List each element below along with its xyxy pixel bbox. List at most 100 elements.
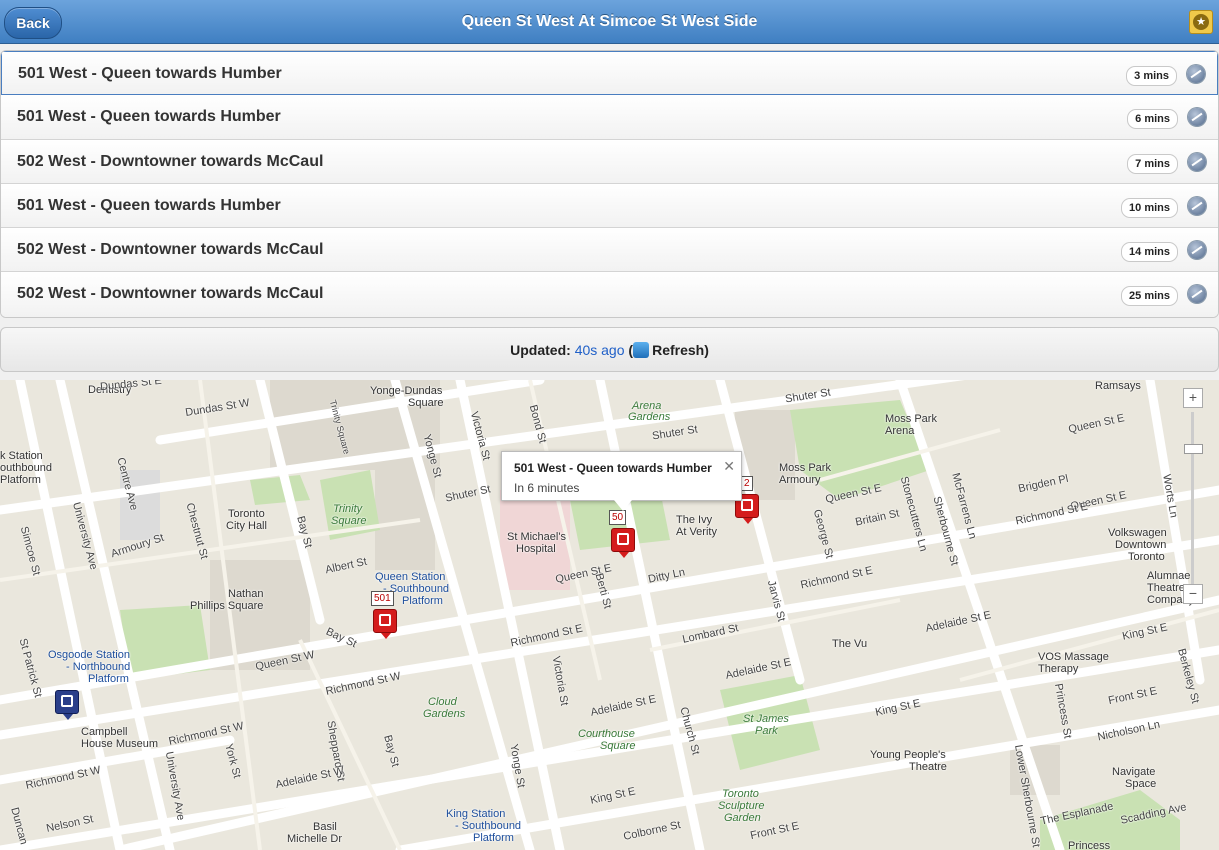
info-title: 501 West - Queen towards Humber	[514, 461, 712, 475]
map-label: Platform	[402, 595, 443, 607]
bus-icon	[379, 614, 391, 626]
arrival-row[interactable]: 502 West - Downtowner towards McCaul 14 …	[1, 228, 1218, 273]
map-label: Platform	[473, 832, 514, 844]
arrivals-list: 501 West - Queen towards Humber 3 mins 5…	[0, 50, 1219, 318]
map-label: Armoury	[779, 474, 821, 486]
map-label: Campbell	[81, 726, 128, 738]
map-label: Toronto	[722, 788, 759, 800]
map-view[interactable]: Dentistry Dundas St W Yonge-Dundas Squar…	[0, 380, 1219, 850]
streetcar-marker[interactable]	[611, 528, 635, 558]
stop-marker[interactable]	[55, 690, 79, 720]
map-label: The Vu	[832, 638, 868, 650]
map-label: outhbound	[0, 462, 52, 474]
streetcar-marker[interactable]	[373, 609, 397, 639]
eta-badge: 10 mins	[1121, 197, 1178, 218]
map-label: Courthouse	[578, 728, 635, 740]
map-label: Osgoode Station	[48, 649, 130, 661]
route-label: 502 West - Downtowner towards McCaul	[17, 241, 324, 259]
map-label: City Hall	[226, 520, 267, 532]
map-pin-icon[interactable]	[1187, 65, 1205, 83]
star-icon: ★	[1193, 14, 1209, 30]
route-label: 502 West - Downtowner towards McCaul	[17, 285, 324, 303]
map-pin-icon[interactable]	[1188, 285, 1206, 304]
map-label: Trinity	[333, 503, 363, 515]
zoom-in-button[interactable]: +	[1183, 388, 1203, 408]
map-label: k Station	[0, 450, 43, 462]
map-label: Theatre	[909, 761, 947, 773]
map-label: King Station	[446, 808, 506, 820]
map-pin-icon[interactable]	[1188, 196, 1206, 215]
map-pin-icon[interactable]	[1188, 152, 1206, 171]
map-label: Moss Park	[885, 413, 937, 425]
vehicle-route-tag: 50	[609, 510, 627, 525]
close-icon[interactable]: ✕	[723, 458, 735, 475]
arrival-row[interactable]: 501 West - Queen towards Humber 6 mins	[1, 95, 1218, 140]
map-label: Park	[755, 725, 778, 737]
bus-icon	[617, 533, 629, 545]
map-label: - Southbound	[455, 820, 522, 832]
map-label: Cloud	[428, 696, 457, 708]
map-label: - Northbound	[66, 661, 131, 673]
map-label: Space	[1125, 778, 1157, 790]
eta-badge: 3 mins	[1126, 66, 1177, 86]
app-header: Back Queen St West At Simcoe St West Sid…	[0, 0, 1219, 44]
arrival-row[interactable]: 501 West - Queen towards Humber 3 mins	[1, 51, 1218, 96]
route-label: 501 West - Queen towards Humber	[17, 108, 281, 126]
map-label: House Museum	[81, 738, 159, 750]
map-label: The Ivy	[676, 514, 713, 526]
map-label: Ramsays	[1095, 380, 1141, 392]
zoom-track[interactable]	[1191, 412, 1194, 587]
map-label: Phillips Square	[190, 600, 264, 612]
updated-ago: 40s ago	[574, 342, 625, 358]
map-label: At Verity	[676, 526, 717, 538]
favorite-button[interactable]: ★	[1189, 10, 1213, 34]
refresh-link[interactable]: Refresh)	[652, 342, 709, 358]
map-label: Hospital	[516, 543, 556, 555]
arrival-row[interactable]: 502 West - Downtowner towards McCaul 25 …	[1, 272, 1218, 317]
map-label: Young People's	[870, 749, 946, 761]
map-label: Arena	[885, 425, 915, 437]
map-label: Sculpture	[718, 800, 765, 812]
route-label: 501 West - Queen towards Humber	[18, 65, 282, 82]
map-label: Downtown	[1115, 539, 1167, 551]
map-label: Nathan	[228, 588, 264, 600]
map-pin-icon[interactable]	[1188, 241, 1206, 260]
map-label: Navigate	[1112, 766, 1156, 778]
map-label: Square	[331, 515, 367, 527]
map-label: St Michael's	[507, 531, 566, 543]
info-subtitle: In 6 minutes	[514, 481, 580, 495]
eta-badge: 14 mins	[1121, 242, 1178, 263]
map-label: VOS Massage	[1038, 651, 1109, 663]
route-label: 502 West - Downtowner towards McCaul	[17, 152, 324, 170]
map-label: Square	[600, 740, 636, 752]
map-label: Princess	[1068, 840, 1111, 850]
updated-label: Updated:	[510, 342, 571, 358]
map-info-window: 501 West - Queen towards Humber In 6 min…	[501, 451, 742, 511]
arrival-row[interactable]: 501 West - Queen towards Humber 10 mins	[1, 183, 1218, 229]
map-label: Theatre	[1147, 582, 1185, 594]
vehicle-route-tag: 501	[371, 591, 394, 606]
map-label: Moss Park	[779, 462, 831, 474]
refresh-icon[interactable]	[633, 342, 650, 358]
zoom-out-button[interactable]: −	[1183, 584, 1203, 604]
map-label: Therapy	[1038, 663, 1079, 675]
map-label: Gardens	[628, 411, 671, 423]
map-label: Volkswagen	[1108, 527, 1167, 539]
map-label: Michelle Dr	[287, 833, 343, 845]
info-tail	[614, 500, 632, 511]
map-label: St James	[743, 713, 789, 725]
map-label: Garden	[724, 812, 761, 824]
map-label: Toronto	[1128, 551, 1165, 563]
updated-bar: Updated: 40s ago (Refresh)	[0, 327, 1219, 372]
eta-badge: 25 mins	[1121, 286, 1178, 307]
bus-stop-icon	[61, 695, 73, 707]
map-label: Toronto	[228, 508, 265, 520]
page-title: Queen St West At Simcoe St West Side	[461, 13, 758, 30]
zoom-slider-handle[interactable]	[1184, 444, 1203, 454]
map-label: Platform	[88, 673, 129, 685]
map-pin-icon[interactable]	[1188, 108, 1206, 127]
arrival-row[interactable]: 502 West - Downtowner towards McCaul 7 m…	[1, 139, 1218, 184]
map-label: Yonge-Dundas	[370, 385, 443, 397]
route-label: 501 West - Queen towards Humber	[17, 196, 281, 214]
map-label: Platform	[0, 474, 41, 486]
